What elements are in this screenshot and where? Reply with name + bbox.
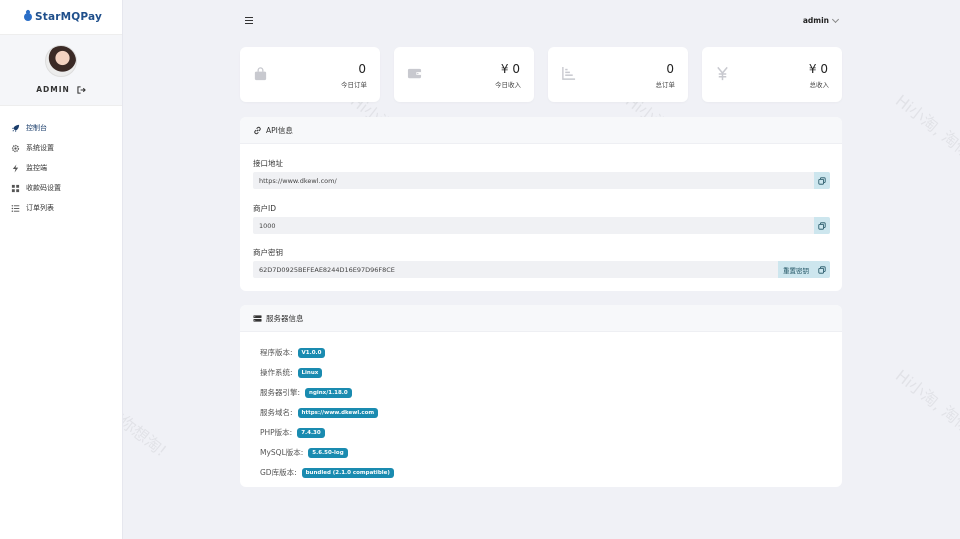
sidebar-item-label: 收款码设置 (26, 184, 61, 192)
info-badge: https://www.dkewl.com (297, 407, 379, 418)
logout-icon[interactable] (77, 85, 86, 94)
info-row-gd: GD库版本: bundled (2.1.0 compatible) (260, 467, 394, 478)
logo-icon (24, 13, 32, 21)
sidebar-nav: 控制台 系统设置 监控端 收款码设置 订单列表 (0, 118, 122, 218)
chevron-down-icon (831, 15, 840, 23)
merchant-key-row: 重置密钥 (253, 261, 830, 278)
sidebar-item-label: 订单列表 (26, 204, 54, 212)
stat-card-today-orders: 0 今日订单 (240, 47, 380, 102)
copy-icon (818, 265, 826, 274)
info-badge: 5.6.50-log (308, 447, 348, 458)
info-row-domain: 服务域名: https://www.dkewl.com (260, 407, 379, 418)
profile-name: ADMIN (36, 85, 70, 94)
panel-header: API信息 (240, 117, 842, 144)
info-badge: Linux (297, 367, 323, 378)
menu-toggle-button[interactable] (245, 17, 253, 25)
info-label: 服务器引擎: (260, 388, 301, 397)
rocket-icon (11, 124, 20, 133)
copy-icon (818, 176, 826, 185)
info-row-php: PHP版本: 7.4.30 (260, 427, 325, 438)
hamburger-icon (245, 17, 253, 19)
sidebar: StarMQPay ADMIN 控制台 系统设置 监控端 收款码设置 订单列表 (0, 0, 123, 539)
panel-title: 服务器信息 (266, 313, 304, 323)
brand[interactable]: StarMQPay (0, 0, 122, 34)
wallet-icon (407, 66, 422, 81)
copy-url-button[interactable] (814, 172, 830, 189)
sidebar-item-dashboard[interactable]: 控制台 (0, 118, 122, 138)
merchant-id-row (253, 217, 830, 234)
info-label: 操作系统: (260, 368, 293, 377)
stat-card-total-orders: 0 总订单 (548, 47, 688, 102)
chart-icon (561, 66, 576, 81)
info-badge: 7.4.30 (297, 427, 325, 438)
stat-card-total-income: ¥ 0 总收入 (702, 47, 842, 102)
server-info-panel: 服务器信息 程序版本: V1.0.0 操作系统: Linux 服务器引擎: ng… (240, 305, 842, 487)
sidebar-item-monitor[interactable]: 监控端 (0, 158, 122, 178)
api-url-row (253, 172, 830, 189)
merchant-key-label: 商户密钥 (253, 248, 283, 257)
server-icon (253, 314, 262, 323)
copy-id-button[interactable] (814, 217, 830, 234)
merchant-id-label: 商户ID (253, 204, 276, 213)
stat-card-today-income: ¥ 0 今日收入 (394, 47, 534, 102)
info-badge: nginx/1.18.0 (305, 387, 352, 398)
avatar[interactable] (45, 45, 77, 77)
gear-icon (11, 144, 20, 153)
profile: ADMIN (0, 34, 122, 106)
stat-value: ¥ 0 (500, 62, 520, 76)
info-row-os: 操作系统: Linux (260, 367, 323, 378)
grid-icon (11, 184, 20, 193)
user-menu-name: admin (802, 16, 829, 25)
sidebar-item-settings[interactable]: 系统设置 (0, 138, 122, 158)
copy-icon (818, 221, 826, 230)
watermark: Hi小淘, 淘你想淘! (891, 365, 960, 461)
stat-value: 0 (666, 62, 674, 76)
api-info-panel: API信息 接口地址 商户ID 商户密钥 重置密钥 (240, 117, 842, 291)
api-url-label: 接口地址 (253, 159, 283, 168)
yen-icon (715, 66, 730, 81)
brand-name: StarMQPay (35, 11, 103, 23)
sidebar-item-label: 控制台 (26, 124, 47, 132)
stat-label: 总订单 (655, 81, 676, 89)
sidebar-item-label: 监控端 (26, 164, 47, 172)
list-icon (11, 204, 20, 213)
panel-title: API信息 (266, 125, 293, 135)
info-badge: V1.0.0 (297, 347, 326, 358)
stats-row: 0 今日订单 ¥ 0 今日收入 0 总订单 ¥ 0 总收入 (240, 47, 842, 102)
stat-value: ¥ 0 (808, 62, 828, 76)
info-label: MySQL版本: (260, 448, 304, 457)
sidebar-item-label: 系统设置 (26, 144, 54, 152)
api-url-field[interactable] (253, 172, 814, 189)
info-label: 服务域名: (260, 408, 293, 417)
sidebar-item-orders[interactable]: 订单列表 (0, 198, 122, 218)
sidebar-item-qrcode[interactable]: 收款码设置 (0, 178, 122, 198)
user-menu[interactable]: admin (802, 15, 840, 25)
merchant-id-field[interactable] (253, 217, 814, 234)
info-row-mysql: MySQL版本: 5.6.50-log (260, 447, 348, 458)
bag-icon (253, 66, 268, 81)
merchant-key-field[interactable] (253, 261, 778, 278)
watermark: Hi小淘, 淘你想淘! (891, 90, 960, 186)
panel-header: 服务器信息 (240, 305, 842, 332)
info-badge: bundled (2.1.0 compatible) (301, 467, 394, 478)
stat-label: 今日收入 (495, 81, 521, 89)
info-label: 程序版本: (260, 348, 293, 357)
stat-label: 今日订单 (341, 81, 367, 89)
bolt-icon (11, 163, 20, 173)
stat-value: 0 (358, 62, 366, 76)
stat-label: 总收入 (809, 81, 830, 89)
link-icon (253, 126, 262, 135)
info-row-version: 程序版本: V1.0.0 (260, 347, 326, 358)
copy-key-button[interactable] (814, 261, 830, 278)
info-label: GD库版本: (260, 468, 297, 477)
reset-key-button[interactable]: 重置密钥 (778, 261, 814, 278)
info-row-engine: 服务器引擎: nginx/1.18.0 (260, 387, 352, 398)
info-label: PHP版本: (260, 428, 293, 437)
